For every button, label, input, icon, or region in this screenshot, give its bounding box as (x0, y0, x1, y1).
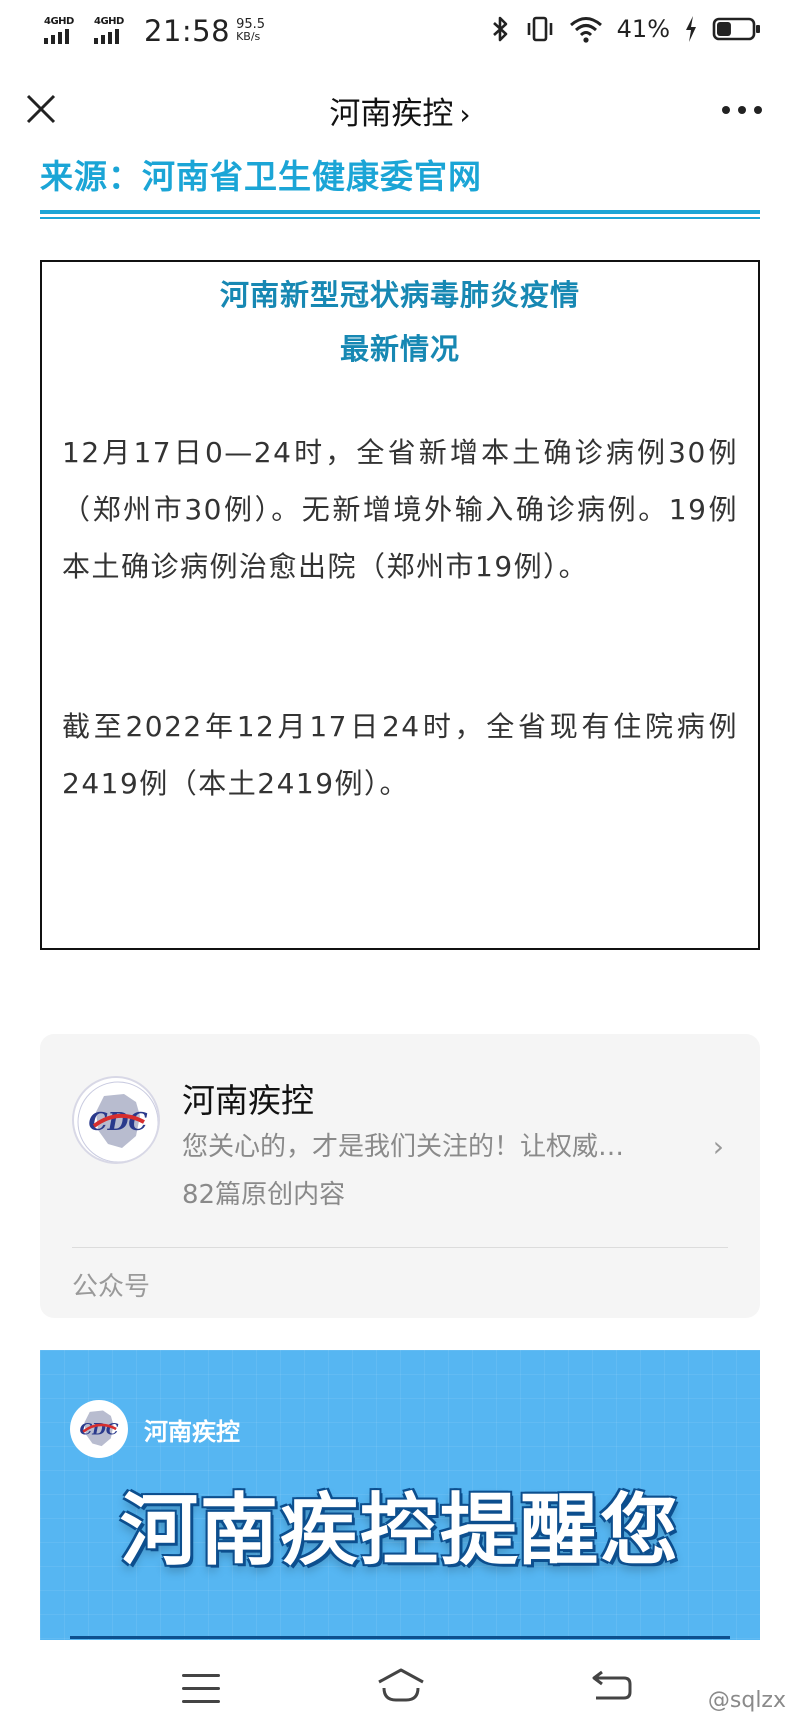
wifi-icon (569, 17, 602, 43)
article-source: 来源：河南省卫生健康委官网 (40, 157, 482, 196)
charging-icon (686, 16, 696, 42)
clock: 21:58 (144, 14, 231, 48)
bluetooth-icon (492, 16, 507, 42)
card-divider (72, 1247, 728, 1248)
sim2-label: 4GHD (94, 16, 124, 27)
banner-headline: 河南疾控提醒您 (119, 1486, 680, 1576)
account-type-label: 公众号 (72, 1272, 151, 1302)
banner-org-name: 河南疾控 (144, 1418, 240, 1446)
status-bar: 4GHD 4GHD 21:58 95.5 KB/s 41% (0, 0, 800, 62)
chevron-right-icon: › (459, 98, 471, 131)
home-icon[interactable] (376, 1666, 426, 1706)
account-article-count: 82篇原创内容 (182, 1180, 346, 1210)
account-title-link[interactable]: 河南疾控 › (0, 88, 800, 133)
article-box: 河南新型冠状病毒肺炎疫情 最新情况 12月17日0—24时，全省新增本土确诊病例… (40, 260, 760, 950)
article-paragraph-2: 截至2022年12月17日24时，全省现有住院病例2419例（本土2419例）。 (62, 710, 738, 800)
status-right: 41% (491, 14, 762, 44)
article-paragraph-1: 12月17日0—24时，全省新增本土确诊病例30例（郑州市30例）。无新增境外输… (62, 436, 738, 583)
chevron-right-icon: › (712, 1130, 724, 1163)
account-card[interactable]: CDC 河南疾控 您关心的，才是我们关注的！让权威… 82篇原创内容 › 公众号 (40, 1034, 760, 1318)
more-icon[interactable] (722, 106, 762, 114)
cdc-logo: CDC (72, 1076, 160, 1164)
banner-divider (70, 1636, 730, 1639)
account-name: 河南疾控 (182, 1081, 314, 1120)
system-nav-bar: @sqlzx (0, 1642, 800, 1733)
article-title-line1: 河南新型冠状病毒肺炎疫情 (219, 278, 580, 312)
nav-title-text: 河南疾控 (329, 96, 454, 132)
account-description: 您关心的，才是我们关注的！让权威… (182, 1132, 625, 1162)
watermark: @sqlzx (707, 1688, 786, 1713)
signal-sim2-icon: 4GHD (94, 16, 134, 46)
source-divider-thin (40, 217, 760, 219)
status-left: 4GHD 4GHD 21:58 95.5 KB/s (44, 14, 265, 48)
menu-icon[interactable] (182, 1674, 220, 1704)
back-icon[interactable] (590, 1668, 634, 1704)
network-speed: 95.5 KB/s (236, 18, 265, 43)
cdc-logo: CDC (70, 1400, 128, 1458)
network-speed-unit: KB/s (236, 30, 261, 43)
article-title-line2: 最新情况 (339, 332, 460, 366)
promo-banner[interactable]: CDC 河南疾控 河南疾控提醒您 (40, 1350, 760, 1640)
source-divider (40, 210, 760, 214)
signal-sim1-icon: 4GHD (44, 16, 84, 46)
top-nav-bar: 河南疾控 › (0, 70, 800, 150)
vibrate-icon (527, 16, 552, 42)
sim1-label: 4GHD (44, 16, 74, 27)
battery-percent: 41% (616, 15, 670, 43)
battery-icon (712, 17, 760, 41)
